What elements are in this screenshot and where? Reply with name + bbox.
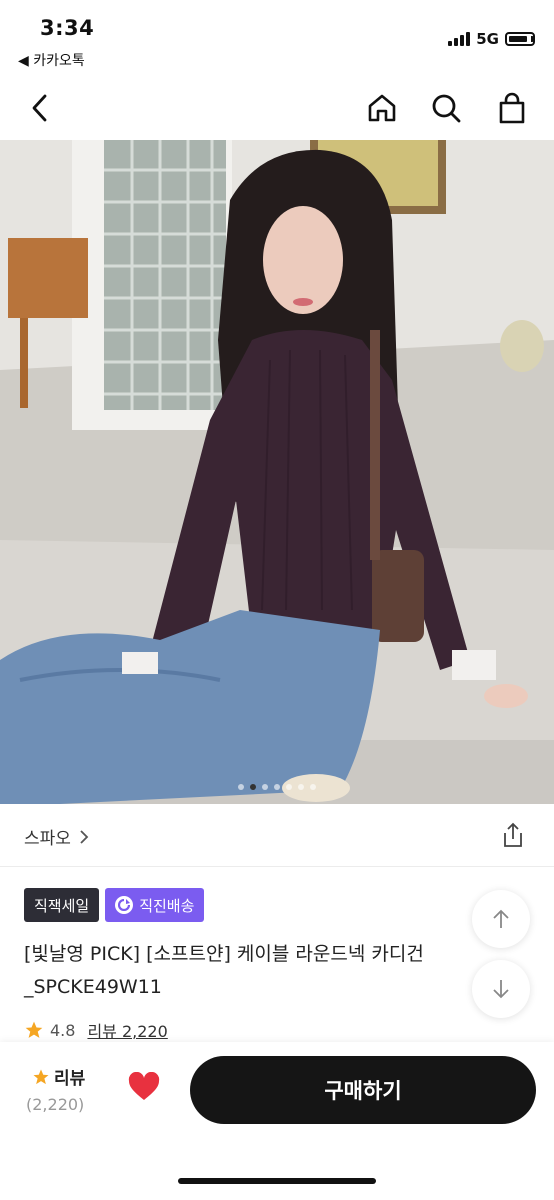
direct-delivery-label: 직진배송 [139,896,195,915]
product-title-line2: _SPCKE49W11 [24,976,162,998]
battery-icon [505,32,535,46]
product-title-line1: [빛날영 PICK] [소프트얀] 케이블 라운드넥 카디건 [24,943,424,965]
product-photo [0,140,554,804]
brand-link[interactable]: 스파오 [24,824,89,849]
back-to-app-link[interactable]: ◀ 카카오톡 [18,50,85,70]
brand-row: 스파오 [0,804,554,867]
top-nav [0,76,554,140]
review-link[interactable]: 리뷰 2,220 [87,1018,167,1042]
rating-score: 4.8 [50,1020,76,1040]
brand-name: 스파오 [24,829,71,849]
back-button[interactable] [18,86,62,130]
status-time: 3:34 [40,16,95,40]
truck-icon [115,896,134,914]
status-indicators: 5G [448,30,535,48]
review-label: 리뷰 [54,1069,86,1089]
chevron-right-icon [80,829,89,844]
scroll-down-button[interactable] [472,960,530,1018]
signal-icon [448,32,471,46]
carousel-dot[interactable] [250,784,256,790]
share-button[interactable] [498,820,528,850]
search-button[interactable] [424,86,468,130]
sale-badge: 직잭세일 [24,888,100,922]
badge-row: 직잭세일 직진배송 [24,888,205,922]
like-button[interactable] [128,1071,160,1106]
buy-button[interactable]: 구매하기 [190,1056,536,1124]
arrow-up-icon [493,909,509,928]
search-icon [432,94,461,123]
heart-icon [128,1071,160,1100]
home-indicator [178,1178,376,1184]
carousel-dot[interactable] [298,784,304,790]
home-button[interactable] [360,86,404,130]
review-count: (2,220) [26,1095,85,1114]
scroll-up-button[interactable] [472,890,530,948]
shopping-bag-icon [499,92,525,124]
home-icon [368,94,396,122]
arrow-down-icon [493,980,509,999]
carousel-dot[interactable] [238,784,244,790]
review-label-row: 리뷰 [32,1064,106,1089]
share-icon [504,822,522,847]
status-bar: 3:34 ◀ 카카오톡 5G [0,0,554,76]
network-type: 5G [476,30,499,48]
carousel-dots [0,784,554,790]
carousel-dot[interactable] [286,784,292,790]
carousel-dot[interactable] [310,784,316,790]
review-summary-button[interactable]: 리뷰 (2,220) [26,1064,106,1114]
product-image-carousel[interactable] [0,140,554,804]
cart-button[interactable] [490,86,534,130]
carousel-dot[interactable] [262,784,268,790]
direct-delivery-badge: 직진배송 [105,888,205,922]
carousel-dot[interactable] [274,784,280,790]
star-icon [33,1069,49,1084]
product-title: [빛날영 PICK] [소프트얀] 케이블 라운드넥 카디건 _SPCKE49W… [24,938,464,1004]
bottom-action-bar: 리뷰 (2,220) 구매하기 [0,1042,554,1200]
star-icon [25,1021,43,1038]
back-arrow-icon [32,94,47,122]
rating-row: 4.8 리뷰 2,220 [24,1018,168,1042]
